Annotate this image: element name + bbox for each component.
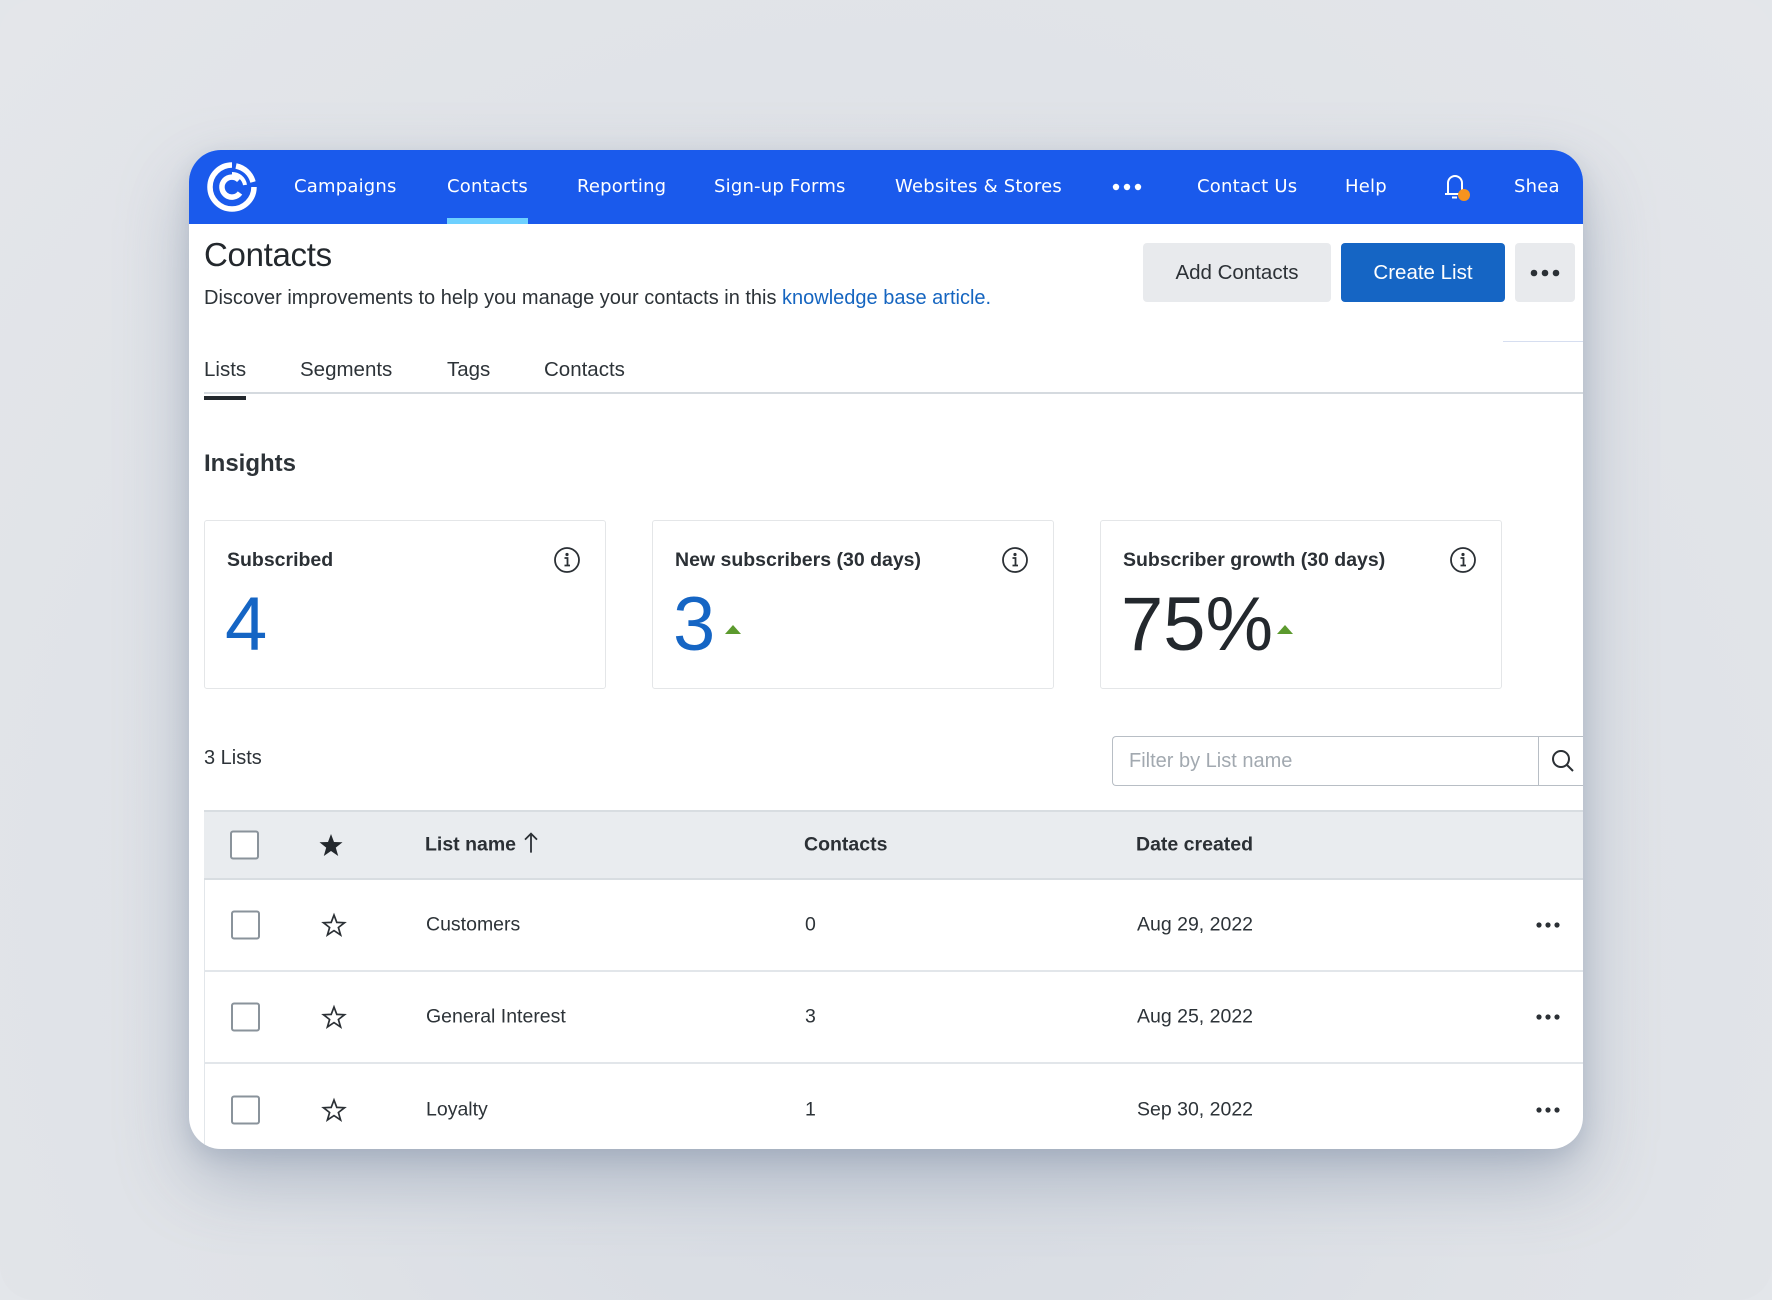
select-all-checkbox[interactable] (230, 830, 259, 860)
list-name[interactable]: Loyalty (426, 1099, 488, 1122)
card-label: New subscribers (30 days) (675, 549, 922, 571)
card-value: 75% (1121, 582, 1274, 667)
info-icon[interactable] (553, 546, 581, 574)
row-checkbox[interactable] (231, 910, 260, 940)
sort-ascending-icon[interactable] (522, 831, 540, 855)
tab-contacts[interactable]: Contacts (544, 355, 625, 395)
nav-websites-stores[interactable]: Websites & Stores (895, 150, 1062, 224)
card-label: Subscribed (227, 549, 334, 571)
page-title: Contacts (204, 236, 332, 273)
card-value: 4 (225, 582, 268, 667)
app-window: Campaigns Contacts Reporting Sign-up For… (189, 150, 1583, 1149)
column-header-list-name[interactable]: List name (425, 834, 516, 857)
info-icon[interactable] (1001, 546, 1029, 574)
insights-heading: Insights (204, 450, 297, 477)
column-header-date-created[interactable]: Date created (1136, 834, 1253, 857)
table-row[interactable]: Loyalty 1 Sep 30, 2022 (204, 1064, 1583, 1149)
nav-signup-forms[interactable]: Sign-up Forms (714, 150, 846, 224)
more-horizontal-icon (1530, 269, 1560, 276)
list-count: 3 Lists (204, 747, 262, 769)
row-more-icon[interactable] (1533, 1105, 1563, 1115)
table-row[interactable]: General Interest 3 Aug 25, 2022 (204, 972, 1583, 1064)
list-date-created: Aug 29, 2022 (1137, 913, 1254, 936)
divider (1503, 341, 1583, 342)
bell-icon[interactable] (1439, 170, 1473, 204)
nav-help[interactable]: Help (1345, 150, 1387, 224)
add-contacts-button[interactable]: Add Contacts (1143, 243, 1331, 302)
table-row[interactable]: Customers 0 Aug 29, 2022 (204, 880, 1583, 972)
list-name[interactable]: Customers (426, 914, 520, 937)
row-more-icon[interactable] (1533, 1012, 1563, 1022)
nav-user-menu[interactable]: Shea (1514, 150, 1560, 224)
list-name[interactable]: General Interest (426, 1006, 566, 1029)
lists-table: List name Contacts Date created Customer… (204, 810, 1583, 1149)
star-outline-icon[interactable] (321, 1097, 347, 1123)
tabs-divider (204, 392, 1583, 394)
list-date-created: Aug 25, 2022 (1137, 1005, 1254, 1028)
trend-up-icon (725, 625, 741, 634)
row-checkbox[interactable] (231, 1002, 260, 1032)
list-contacts-count: 3 (805, 1005, 816, 1028)
star-outline-icon[interactable] (321, 912, 347, 938)
search-icon (1552, 750, 1574, 772)
card-label: Subscriber growth (30 days) (1123, 549, 1386, 571)
list-contacts-count: 0 (805, 913, 816, 936)
constant-contact-logo-icon[interactable] (205, 160, 259, 214)
nav-reporting[interactable]: Reporting (577, 150, 666, 224)
row-checkbox[interactable] (231, 1095, 260, 1125)
top-nav: Campaigns Contacts Reporting Sign-up For… (189, 150, 1583, 224)
notification-dot (1458, 189, 1470, 201)
star-filled-icon[interactable] (318, 832, 344, 858)
column-header-contacts[interactable]: Contacts (804, 834, 887, 857)
insight-card-subscriber-growth: Subscriber growth (30 days) 75% (1100, 520, 1502, 689)
insight-card-subscribed: Subscribed 4 (204, 520, 606, 689)
star-outline-icon[interactable] (321, 1004, 347, 1030)
nav-contact-us[interactable]: Contact Us (1197, 150, 1297, 224)
knowledge-base-link[interactable]: knowledge base article. (782, 287, 991, 309)
row-more-icon[interactable] (1533, 920, 1563, 930)
search-button[interactable] (1538, 736, 1583, 786)
tab-bar: Lists Segments Tags Contacts (204, 355, 1583, 400)
insight-card-new-subscribers: New subscribers (30 days) 3 (652, 520, 1054, 689)
nav-contacts[interactable]: Contacts (447, 150, 529, 224)
subtitle-text: Discover improvements to help you manage… (204, 287, 783, 309)
more-horizontal-icon[interactable] (1107, 174, 1147, 200)
create-list-button[interactable]: Create List (1341, 243, 1505, 302)
page-subtitle: Discover improvements to help you manage… (204, 287, 991, 310)
tab-lists[interactable]: Lists (204, 355, 247, 400)
list-contacts-count: 1 (805, 1098, 816, 1121)
list-date-created: Sep 30, 2022 (1137, 1098, 1254, 1121)
filter-list-name-input[interactable] (1112, 736, 1538, 786)
nav-campaigns[interactable]: Campaigns (294, 150, 397, 224)
tab-segments[interactable]: Segments (300, 355, 392, 395)
info-icon[interactable] (1449, 546, 1477, 574)
header-more-button[interactable] (1515, 243, 1575, 302)
trend-up-icon (1277, 625, 1293, 634)
table-header: List name Contacts Date created (204, 810, 1583, 880)
card-value: 3 (673, 582, 716, 667)
tab-tags[interactable]: Tags (447, 355, 490, 395)
